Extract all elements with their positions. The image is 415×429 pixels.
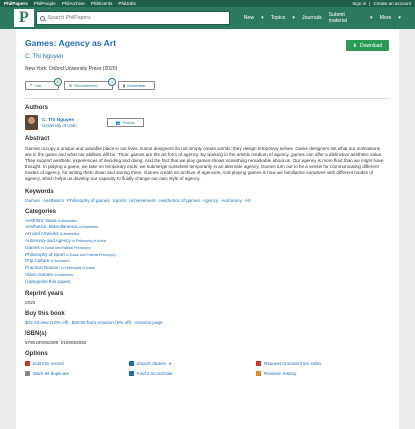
options-heading: Options: [25, 350, 48, 357]
follow-icon: 👥: [115, 120, 121, 125]
export-citation-link[interactable]: Export citation ▾: [129, 361, 256, 367]
keyword-link[interactable]: Autonomy: [221, 198, 242, 203]
header: P New▾ Topics▾ Journals Submit material▾…: [0, 7, 415, 29]
amazon-page-link[interactable]: Amazon page: [134, 320, 162, 325]
history-icon: [256, 370, 261, 376]
revision-history-link[interactable]: Revision history: [256, 370, 376, 376]
philpeople-link[interactable]: PhilPeople: [34, 1, 56, 6]
edit-record-link[interactable]: Edit this record: [25, 361, 129, 367]
keyword-link[interactable]: Games: [25, 198, 40, 203]
search-icon[interactable]: [39, 15, 45, 21]
keywords-heading: Keywords: [25, 188, 54, 195]
category-item: Aesthetic Value in Aesthetics: [25, 217, 77, 223]
author-institution-link[interactable]: University of Utah: [42, 123, 77, 128]
quote-icon: ❝: [30, 83, 33, 88]
search-input[interactable]: [47, 15, 218, 21]
nav-more[interactable]: More: [380, 15, 392, 21]
category-item: Art and Artworks in Aesthetics: [25, 231, 80, 237]
nav-topics[interactable]: Topics: [271, 15, 286, 21]
bookmark-button[interactable]: ▮ Bookmark: [118, 81, 155, 90]
download-button[interactable]: ⬇ Download: [346, 40, 389, 51]
category-item: Philosophy of Sport in Social and Politi…: [25, 251, 116, 257]
create-account-link[interactable]: Create an account: [373, 1, 411, 6]
brand-link[interactable]: PhilPapers: [4, 1, 28, 6]
abstract-text: Games occupy a unique and valuable place…: [25, 146, 384, 182]
recommend-count-badge: 1: [108, 78, 116, 86]
philjobs-link[interactable]: PhilJobs: [118, 1, 135, 6]
edit-icon: [25, 361, 30, 367]
category-item: Aesthetics, Miscellaneous in Aesthetics: [25, 224, 99, 230]
nav-journals[interactable]: Journals: [302, 15, 322, 21]
find-scholar-link[interactable]: Find it on Scholar: [129, 370, 256, 376]
bookmark-label: Bookmark: [127, 83, 146, 88]
reprint-year: 2020: [25, 299, 36, 305]
author-link[interactable]: C. Thi Nguyen: [25, 54, 390, 60]
category-item: Autonomy and Agency in Philosophy of Act…: [25, 237, 107, 243]
keyword-link[interactable]: Achievement: [129, 198, 156, 203]
cite-button[interactable]: ❝ Cite 22: [25, 78, 62, 90]
author-name-link[interactable]: C. Thi Nguyen: [42, 118, 77, 123]
isbn-10: 0190052082: [60, 339, 87, 345]
download-icon: ⬇: [352, 42, 357, 49]
recommend-label: Recommend: [74, 83, 98, 88]
philevents-link[interactable]: PhilEvents: [91, 1, 113, 6]
philpapers-logo[interactable]: P: [14, 9, 34, 27]
recommend-button[interactable]: ✉ Recommend 1: [64, 78, 116, 90]
download-label: Download: [359, 42, 383, 49]
sign-in-link[interactable]: Sign in: [352, 1, 366, 6]
categories-heading: Categories: [25, 208, 57, 215]
isbn-heading: ISBN(s): [25, 330, 47, 337]
nav-submit-material[interactable]: Submit material: [329, 12, 363, 24]
divider: [25, 98, 390, 99]
philarchive-link[interactable]: PhilArchive: [62, 1, 85, 6]
keyword-link[interactable]: Aesthetics of games: [159, 198, 200, 203]
abstract-heading: Abstract: [25, 136, 50, 142]
scholar-icon: [129, 370, 134, 376]
remove-icon: [256, 361, 261, 367]
buy-amazon-link[interactable]: $35.00 from Amazon (5% off): [72, 320, 132, 325]
authors-heading: Authors: [25, 105, 48, 111]
category-item: Games in Social and Political Philosophy: [25, 244, 91, 250]
isbn-13: 9780190052089: [25, 339, 59, 345]
duplicate-icon: [25, 370, 30, 376]
bookmark-icon: ▮: [123, 83, 126, 88]
top-bar: PhilPapers PhilPeople PhilArchive PhilEv…: [0, 0, 415, 7]
separator: |: [369, 1, 371, 6]
publication-info: New York: Oxford University Press (2020): [25, 66, 118, 72]
reprint-heading: Reprint years: [25, 290, 64, 297]
follow-button[interactable]: 👥 Follow: [106, 118, 144, 127]
keyword-link[interactable]: Art: [245, 198, 251, 203]
category-item: Practical Reason in Philosophy of Action: [25, 265, 96, 271]
record-page: Games: Agency as Art ⬇ Download C. Thi N…: [16, 29, 399, 429]
category-item: Pop Culture in Aesthetics: [25, 258, 70, 264]
categorize-link[interactable]: (categorize this paper): [25, 279, 390, 285]
buy-heading: Buy this book: [25, 310, 65, 317]
buy-new-link[interactable]: $32.19 new (13% off): [25, 320, 69, 325]
keyword-link[interactable]: Agency: [203, 198, 218, 203]
request-removal-link[interactable]: Request removal from index: [256, 361, 376, 367]
nav-new[interactable]: New: [244, 15, 254, 21]
recommend-icon: ✉: [69, 83, 73, 88]
follow-label: Follow: [122, 120, 135, 125]
export-icon: [129, 361, 134, 367]
author-avatar[interactable]: [25, 115, 38, 130]
cite-label: Cite: [34, 83, 42, 88]
isbn-values: 9780190052089 0190052082: [25, 340, 390, 345]
category-item: Video Games in Aesthetics: [25, 271, 74, 277]
keyword-link[interactable]: Sports: [113, 198, 126, 203]
paper-title: Games: Agency as Art: [25, 38, 117, 48]
keyword-link[interactable]: Aesthetics: [43, 198, 64, 203]
keyword-list: Games Aesthetics Philosophy of games Spo…: [25, 198, 390, 203]
mark-duplicate-link[interactable]: Mark as duplicate: [25, 370, 129, 376]
category-list: Aesthetic Value in Aesthetics Aesthetics…: [25, 218, 390, 285]
cite-count-badge: 22: [54, 78, 62, 86]
search-box[interactable]: [35, 11, 230, 25]
keyword-link[interactable]: Philosophy of games: [67, 198, 110, 203]
